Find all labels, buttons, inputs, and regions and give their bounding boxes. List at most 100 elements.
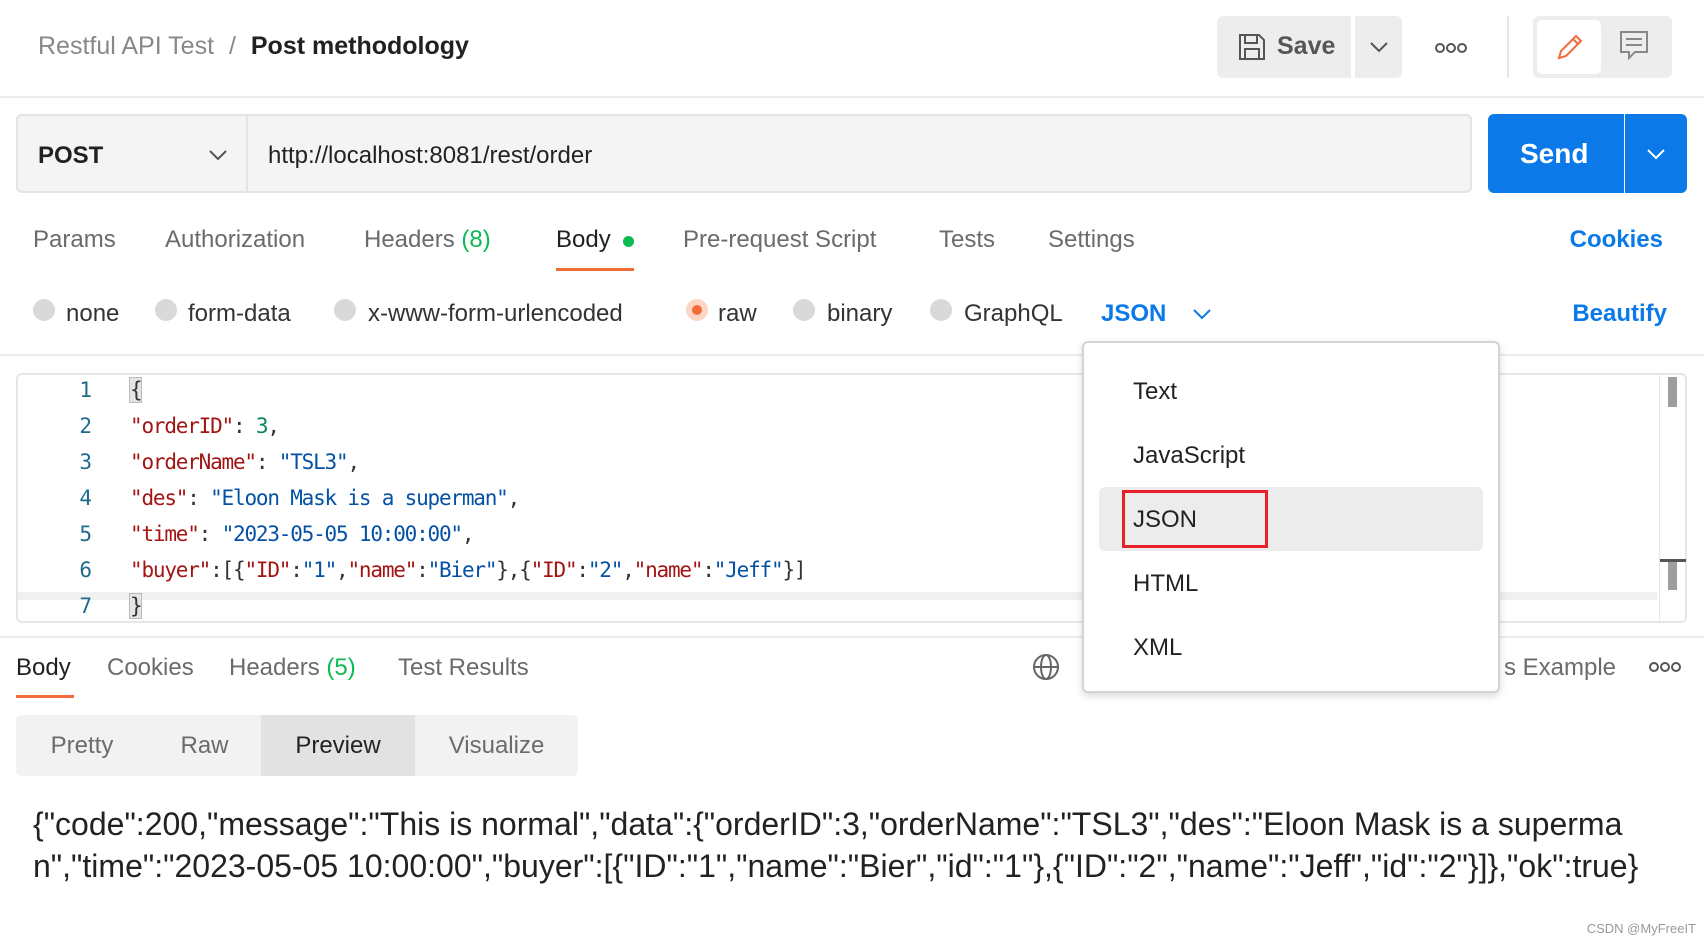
breadcrumb-parent[interactable]: Restful API Test [38, 32, 214, 60]
code-token: , [267, 414, 280, 438]
editor-scrollbar[interactable] [1659, 375, 1686, 621]
tab-body[interactable]: Body [556, 226, 611, 254]
chevron-down-icon [1370, 42, 1388, 53]
ellipsis-icon[interactable] [1435, 42, 1467, 54]
line-number: 2 [79, 414, 92, 438]
menu-item-html[interactable]: HTML [1133, 570, 1198, 598]
code-token: , [347, 450, 360, 474]
send-label: Send [1520, 138, 1589, 169]
line-number: 7 [79, 594, 92, 618]
radio-label-form-data[interactable]: form-data [188, 300, 291, 328]
url-input[interactable]: http://localhost:8081/rest/order [248, 114, 1472, 193]
code-token: "name" [633, 558, 704, 582]
line-number: 4 [79, 486, 92, 510]
response-tab-cookies[interactable]: Cookies [107, 654, 194, 682]
radio-label-binary[interactable]: binary [827, 300, 892, 328]
breadcrumb: Restful API Test / Post methodology [38, 32, 469, 61]
code-token: : [290, 558, 303, 582]
code-token: "Eloon Mask is a superman" [210, 486, 509, 510]
scrollbar-marker [1668, 562, 1677, 590]
radio-label-none[interactable]: none [66, 300, 119, 328]
save-button[interactable]: Save [1217, 16, 1351, 78]
view-preview[interactable]: Preview [261, 715, 415, 776]
chevron-down-icon[interactable] [1192, 308, 1212, 320]
tab-label: Headers [229, 654, 320, 681]
body-modified-dot [623, 236, 634, 247]
active-tab-underline [556, 268, 634, 271]
tab-params[interactable]: Params [33, 226, 116, 254]
method-value: POST [38, 142, 104, 169]
code-token: "1" [301, 558, 338, 582]
menu-item-json[interactable]: JSON [1133, 506, 1197, 534]
view-visualize[interactable]: Visualize [415, 715, 578, 776]
radio-none[interactable] [33, 299, 55, 321]
method-select[interactable]: POST [16, 114, 248, 193]
code-token: "name" [347, 558, 417, 582]
chevron-down-icon [1647, 149, 1665, 160]
ellipsis-icon[interactable] [1649, 661, 1681, 673]
tab-settings[interactable]: Settings [1048, 226, 1135, 254]
line-number: 5 [79, 522, 92, 546]
active-tab-underline [16, 695, 74, 698]
code-token: "time" [130, 522, 200, 546]
code-token: } [128, 593, 143, 619]
tab-label: Headers [364, 226, 455, 253]
tab-authorization[interactable]: Authorization [165, 226, 305, 254]
code-token: "2" [587, 558, 624, 582]
cookies-link[interactable]: Cookies [1570, 226, 1663, 254]
watermark: CSDN @MyFreeIT [1586, 921, 1696, 936]
send-button[interactable]: Send [1488, 114, 1624, 193]
code-token: 3 [255, 414, 269, 438]
send-dropdown-button[interactable] [1625, 114, 1687, 193]
tab-headers[interactable]: Headers (8) [364, 226, 491, 254]
comment-icon[interactable] [1619, 30, 1649, 62]
radio-raw[interactable] [686, 299, 708, 321]
save-dropdown-button[interactable] [1355, 16, 1402, 78]
save-as-example-button[interactable]: s Example [1504, 654, 1616, 682]
code-token: : [702, 558, 715, 582]
view-raw[interactable]: Raw [148, 715, 261, 776]
breadcrumb-separator: / [228, 32, 236, 60]
response-tab-test-results[interactable]: Test Results [398, 654, 529, 682]
menu-item-javascript[interactable]: JavaScript [1133, 442, 1245, 470]
tab-pre-request-script[interactable]: Pre-request Script [683, 226, 876, 254]
line-number: 6 [79, 558, 92, 582]
code-token: { [128, 377, 143, 403]
code-line: "buyer":[{"ID":"1","name":"Bier"},{"ID":… [130, 558, 807, 582]
radio-form-data[interactable] [155, 299, 177, 321]
radio-label-raw[interactable]: raw [718, 300, 757, 328]
code-token: : [416, 558, 429, 582]
globe-icon[interactable] [1031, 652, 1061, 682]
raw-format-select[interactable]: JSON [1101, 300, 1166, 328]
view-pretty[interactable]: Pretty [16, 715, 148, 776]
save-icon [1239, 34, 1265, 60]
code-line: } [128, 593, 143, 619]
code-token: : [187, 486, 211, 510]
code-line: "orderName": "TSL3", [130, 450, 360, 474]
radio-label-x-www-form-urlencoded[interactable]: x-www-form-urlencoded [368, 300, 623, 328]
edit-button[interactable] [1537, 20, 1601, 74]
scrollbar-thumb[interactable] [1668, 377, 1677, 407]
radio-x-www-form-urlencoded[interactable] [334, 299, 356, 321]
response-tab-body[interactable]: Body [16, 654, 71, 682]
beautify-link[interactable]: Beautify [1572, 300, 1667, 328]
tab-tests[interactable]: Tests [939, 226, 995, 254]
radio-binary[interactable] [793, 299, 815, 321]
headers-count: (8) [461, 226, 491, 253]
code-token: "orderName" [130, 450, 257, 474]
format-dropdown-menu: Text JavaScript JSON HTML XML [1082, 341, 1500, 693]
divider [1507, 16, 1509, 78]
code-token: : [255, 450, 279, 474]
response-tab-headers[interactable]: Headers (5) [229, 654, 356, 682]
code-token: "buyer" [130, 558, 211, 582]
breadcrumb-current[interactable]: Post methodology [251, 32, 469, 60]
save-label: Save [1277, 32, 1336, 60]
menu-item-text[interactable]: Text [1133, 378, 1177, 406]
header-divider [0, 96, 1704, 98]
code-line: "des": "Eloon Mask is a superman", [130, 486, 520, 510]
radio-label-graphql[interactable]: GraphQL [964, 300, 1063, 328]
response-body: {"code":200,"message":"This is normal","… [33, 806, 1639, 884]
chevron-down-icon [209, 150, 227, 161]
menu-item-xml[interactable]: XML [1133, 634, 1182, 662]
radio-graphql[interactable] [930, 299, 952, 321]
